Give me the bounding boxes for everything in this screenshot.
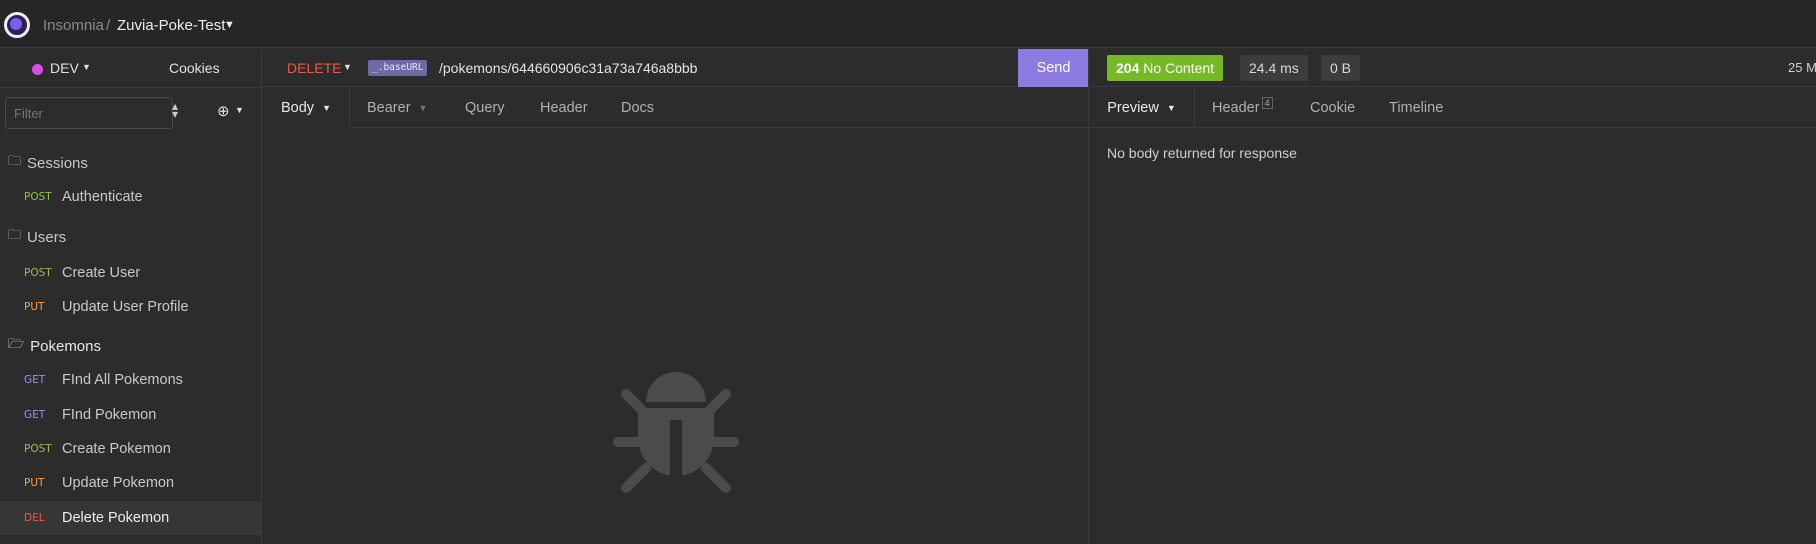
request-label: FInd All Pokemons — [62, 372, 183, 388]
send-button[interactable]: Send — [1018, 49, 1089, 87]
project-name[interactable]: Zuvia-Poke-Test — [117, 17, 225, 34]
request-item[interactable]: GET FInd All Pokemons — [0, 364, 261, 396]
sidebar: DEV ▼ Cookies ▴▾ ⊕ ▼ 🗀 Sessions POST Aut… — [0, 49, 262, 544]
chevron-down-icon: ▼ — [1166, 103, 1176, 113]
base-url-variable-tag[interactable]: _.baseURL — [368, 60, 428, 76]
sort-icon[interactable]: ▴ ▾ — [172, 100, 178, 120]
environment-selector[interactable]: DEV — [50, 60, 79, 76]
history-dropdown-truncated[interactable]: 25 M — [1788, 60, 1816, 75]
request-label: Update Pokemon — [62, 475, 175, 491]
request-item-active[interactable]: DEL Delete Pokemon — [0, 501, 261, 535]
folder-closed-icon: 🗀 — [8, 227, 22, 242]
folder-users[interactable]: 🗀 Users — [8, 226, 66, 248]
title-bar: Insomnia / Zuvia-Poke-Test ▼ — [0, 0, 1816, 48]
method-badge: POST — [24, 443, 52, 455]
tab-header[interactable]: Header — [540, 88, 588, 128]
cookies-button[interactable]: Cookies — [169, 60, 220, 76]
empty-response-message: No body returned for response — [1107, 145, 1297, 161]
environment-chevron-down-icon[interactable]: ▼ — [82, 62, 91, 72]
request-item[interactable]: PUT Update Pokemon — [0, 467, 261, 499]
request-label: Create User — [62, 265, 141, 281]
insomnia-logo-icon — [4, 12, 30, 38]
response-size-badge: 0 B — [1321, 55, 1361, 81]
method-badge: POST — [24, 191, 52, 203]
tab-cookie[interactable]: Cookie — [1310, 88, 1355, 128]
project-chevron-down-icon[interactable]: ▼ — [224, 19, 235, 31]
request-label: Delete Pokemon — [62, 510, 170, 526]
url-bar: DELETE ▼ _.baseURL — [263, 49, 1089, 87]
folder-open-icon: 🗁 — [8, 336, 25, 351]
add-circle-icon[interactable]: ⊕ — [217, 102, 230, 120]
filter-input[interactable] — [5, 97, 173, 129]
method-selector[interactable]: DELETE — [287, 60, 341, 76]
method-chevron-down-icon[interactable]: ▼ — [343, 62, 352, 72]
folder-pokemons[interactable]: 🗁 Pokemons — [8, 335, 101, 357]
request-label: Authenticate — [62, 189, 143, 205]
request-item[interactable]: PUT Update User Profile — [0, 291, 261, 323]
tab-docs[interactable]: Docs — [621, 88, 654, 128]
request-label: FInd Pokemon — [62, 407, 157, 423]
empty-body-bug-icon — [613, 372, 739, 493]
request-item[interactable]: POST Create Pokemon — [0, 433, 261, 465]
response-time-badge: 24.4 ms — [1240, 55, 1308, 81]
breadcrumb-workspace[interactable]: Insomnia — [43, 17, 104, 34]
method-badge: DEL — [24, 512, 45, 524]
chevron-down-icon: ▼ — [418, 103, 428, 113]
tab-query[interactable]: Query — [465, 88, 505, 128]
request-label: Update User Profile — [62, 299, 189, 315]
method-badge: PUT — [24, 477, 45, 489]
environment-color-dot — [32, 64, 43, 75]
tab-body[interactable]: Body ▼ — [263, 88, 350, 128]
url-input[interactable] — [439, 57, 999, 79]
tab-response-header[interactable]: Header 4 — [1212, 88, 1273, 128]
header-count-badge: 4 — [1261, 97, 1273, 109]
tab-auth[interactable]: Bearer ▼ — [367, 88, 427, 128]
method-badge: GET — [24, 409, 46, 421]
folder-closed-icon: 🗀 — [8, 153, 22, 168]
request-item[interactable]: GET FInd Pokemon — [0, 399, 261, 431]
tab-timeline[interactable]: Timeline — [1389, 88, 1443, 128]
add-chevron-down-icon[interactable]: ▼ — [235, 105, 244, 115]
tab-preview[interactable]: Preview ▼ — [1089, 88, 1195, 128]
method-badge: GET — [24, 374, 46, 386]
breadcrumb-separator: / — [106, 17, 111, 34]
request-item[interactable]: POST Authenticate — [0, 181, 261, 213]
status-badge: 204 No Content — [1107, 55, 1224, 81]
chevron-down-icon: ▼ — [322, 103, 331, 113]
request-label: Create Pokemon — [62, 441, 171, 457]
environment-bar: DEV ▼ Cookies — [0, 49, 262, 88]
method-badge: POST — [24, 267, 52, 279]
response-tabs: Preview ▼ Header 4 Cookie Timeline — [1089, 88, 1816, 128]
folder-sessions[interactable]: 🗀 Sessions — [8, 152, 88, 174]
method-badge: PUT — [24, 301, 45, 313]
request-tabs: Body ▼ Bearer ▼ Query Header Docs — [263, 88, 1089, 128]
request-item[interactable]: POST Create User — [0, 257, 261, 289]
